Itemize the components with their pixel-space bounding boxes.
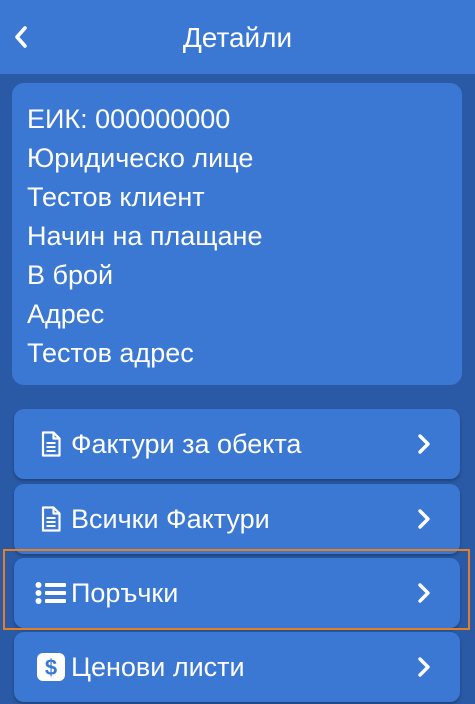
site-invoices-label: Фактури за обекта [71, 429, 302, 459]
all-invoices-label: Всички Фактури [71, 504, 270, 534]
eik-line: ЕИК: 000000000 [27, 104, 231, 134]
address-value: Тестов адрес [27, 338, 194, 368]
address-label: Адрес [27, 299, 105, 329]
header-bar: Детайли [0, 0, 475, 74]
document-icon [35, 503, 67, 535]
payment-method-value: В брой [27, 260, 114, 290]
chevron-right-icon [414, 581, 434, 605]
all-invoices-button[interactable]: Всички Фактури [14, 484, 460, 554]
dollar-icon: $ [35, 651, 67, 683]
chevron-right-icon [414, 432, 434, 456]
chevron-right-icon [414, 507, 434, 531]
price-lists-button[interactable]: $ Ценови листи [14, 632, 460, 702]
orders-label: Поръчки [71, 578, 179, 608]
client-name-line: Тестов клиент [27, 182, 205, 212]
price-lists-label: Ценови листи [71, 652, 245, 682]
orders-button[interactable]: Поръчки [14, 558, 460, 628]
svg-text:$: $ [45, 655, 57, 680]
payment-method-label: Начин на плащане [27, 221, 263, 251]
entity-type-line: Юридическо лице [27, 143, 254, 173]
list-icon [35, 577, 67, 609]
client-info-card: ЕИК: 000000000 Юридическо лице Тестов кл… [12, 83, 462, 385]
page-title: Детайли [182, 22, 293, 53]
site-invoices-button[interactable]: Фактури за обекта [14, 409, 460, 479]
document-icon [35, 428, 67, 460]
chevron-right-icon [414, 655, 434, 679]
